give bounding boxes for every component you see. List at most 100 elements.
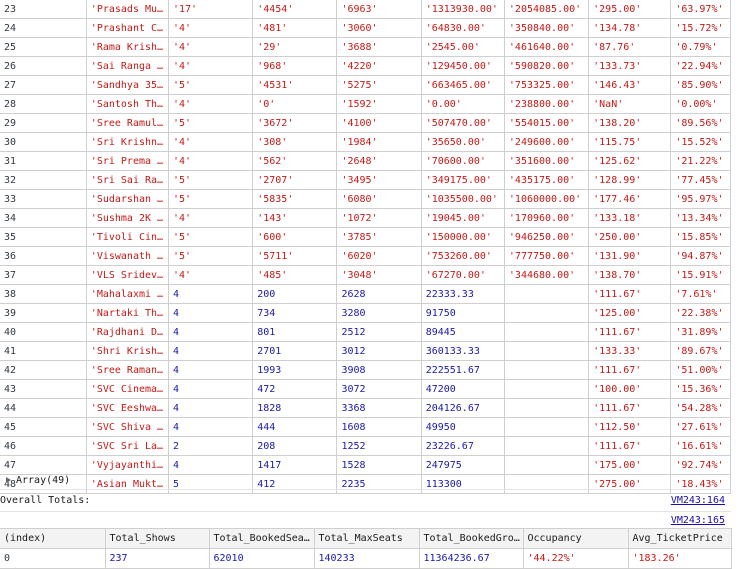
- table-cell: '15.72%': [670, 18, 731, 38]
- table-cell: '111.67': [588, 436, 672, 456]
- table-cell: '250.00': [588, 227, 672, 247]
- table-cell: '64830.00': [420, 18, 505, 38]
- table-cell: 4: [167, 322, 254, 342]
- table-cell: '89.56%': [670, 113, 731, 133]
- table-row: 35 'Tivoli Cin… '5' '600' '3785' '150000.00' '…: [0, 227, 731, 247]
- table-cell: '133.33': [588, 341, 672, 361]
- table-cell: '7.61%': [670, 284, 731, 304]
- table-cell: 'Viswanath …: [85, 246, 169, 266]
- table-cell: 472: [252, 379, 338, 399]
- table-cell: 91750: [420, 303, 505, 323]
- column-header[interactable]: Total_Shows: [104, 528, 210, 549]
- table-row: 24 'Prashant C… '4' '481' '3060' '64830.00' '3…: [0, 18, 731, 38]
- table-row: 29 'Sree Ramul… '5' '3672' '4100' '507470.00'…: [0, 113, 731, 133]
- table-cell: '15.85%': [670, 227, 731, 247]
- table-cell: 23226.67: [420, 436, 505, 456]
- table-cell: '0': [252, 94, 338, 114]
- table-cell: 3012: [336, 341, 422, 361]
- table-row: 45 'SVC Shiva … 4 444 1608 49950'112.50' '27.6…: [0, 417, 731, 437]
- table-cell: '6020': [336, 246, 422, 266]
- table-cell: [503, 436, 590, 456]
- table-cell: '5835': [252, 189, 338, 209]
- source-link[interactable]: VM243:164: [671, 491, 725, 511]
- table-cell: '22.38%': [670, 303, 731, 323]
- table-cell: '968': [252, 56, 338, 76]
- table-cell: [503, 303, 590, 323]
- table-cell: '3672': [252, 113, 338, 133]
- row-index-cell: 37: [0, 265, 87, 285]
- table-cell: '70600.00': [420, 151, 505, 171]
- table-cell: '111.67': [588, 360, 672, 380]
- table-cell: '125.00': [588, 303, 672, 323]
- table-cell: '6080': [336, 189, 422, 209]
- table-cell: '16.61%': [670, 436, 731, 456]
- row-index-cell: 46: [0, 436, 87, 456]
- table-cell: '4': [167, 37, 254, 57]
- table-cell: '131.90': [588, 246, 672, 266]
- table-cell: '946250.00': [503, 227, 590, 247]
- table-cell: 'Sushma 2K …: [85, 208, 169, 228]
- table-cell: '481': [252, 18, 338, 38]
- table-row: 34 'Sushma 2K … '4' '143' '1072' '19045.00' '1…: [0, 208, 731, 228]
- table-row: 30 'Sri Krishn… '4' '308' '1984' '35650.00' '2…: [0, 132, 731, 152]
- table-cell: '112.50': [588, 417, 672, 437]
- table-cell: '4': [167, 94, 254, 114]
- column-header[interactable]: Total_BookedGro…: [418, 528, 524, 549]
- table-cell: 'SVC Sri La…: [85, 436, 169, 456]
- table-cell: '13.34%': [670, 208, 731, 228]
- table-cell: 'Rajdhani D…: [85, 322, 169, 342]
- table-cell: 3908: [336, 360, 422, 380]
- table-cell: 2701: [252, 341, 338, 361]
- table-cell: 'Mahalaxmi …: [85, 284, 169, 304]
- array-expander[interactable]: Array(49): [0, 472, 731, 490]
- table-row: 41 'Shri Krish… 4 2701 3012 360133.33 '133.33'…: [0, 341, 731, 361]
- table-cell: '111.67': [588, 322, 672, 342]
- table-cell: 'Prasads Mu…: [85, 0, 169, 19]
- table-cell: '1072': [336, 208, 422, 228]
- table-cell: 1828: [252, 398, 338, 418]
- table-cell: '4': [167, 265, 254, 285]
- table-cell: '5': [167, 75, 254, 95]
- table-cell: '128.99': [588, 170, 672, 190]
- table-cell: 11364236.67: [418, 548, 524, 569]
- table-cell: 3072: [336, 379, 422, 399]
- table-row: 23 'Prasads Mu… '17' '4454' '6963' '1313930.0…: [0, 0, 731, 19]
- column-header[interactable]: Total_MaxSeats: [313, 528, 420, 549]
- table-cell: '485': [252, 265, 338, 285]
- table-cell: 'Sree Raman…: [85, 360, 169, 380]
- table-cell: 'Prashant C…: [85, 18, 169, 38]
- table-cell: '0.00': [420, 94, 505, 114]
- table-cell: '100.00': [588, 379, 672, 399]
- table-row: 25 'Rama Krish… '4' '29' '3688' '2545.00' '461…: [0, 37, 731, 57]
- expand-triangle-icon[interactable]: [6, 477, 11, 483]
- table-cell: 734: [252, 303, 338, 323]
- table-cell: 'SVC Shiva …: [85, 417, 169, 437]
- row-index-cell: 33: [0, 189, 87, 209]
- table-cell: '87.76': [588, 37, 672, 57]
- table-cell: 1252: [336, 436, 422, 456]
- table-cell: '4': [167, 132, 254, 152]
- column-header[interactable]: (index): [0, 528, 106, 549]
- table-row: 33 'Sudarshan … '5' '5835' '6080' '1035500.00…: [0, 189, 731, 209]
- row-index-cell: 43: [0, 379, 87, 399]
- row-index-cell: 24: [0, 18, 87, 38]
- table-cell: [503, 341, 590, 361]
- table-cell: '15.91%': [670, 265, 731, 285]
- console-table-top: 23 'Prasads Mu… '17' '4454' '6963' '1313930.0…: [0, 0, 731, 494]
- table-cell: '663465.00': [420, 75, 505, 95]
- row-index-cell: 36: [0, 246, 87, 266]
- table-row: 37 'VLS Sridev… '4' '485' '3048' '67270.00' '3…: [0, 265, 731, 285]
- table-cell: '6963': [336, 0, 422, 19]
- row-index-cell: 39: [0, 303, 87, 323]
- table-row: 40 'Rajdhani D… 4 801 2512 89445 '111.67' '31.8…: [0, 322, 731, 342]
- table-cell: 'Sri Prema …: [85, 151, 169, 171]
- column-header[interactable]: Occupancy: [522, 528, 629, 549]
- table-cell: [503, 284, 590, 304]
- table-cell: '4': [167, 151, 254, 171]
- column-header[interactable]: Avg_TicketPrice: [627, 528, 732, 549]
- row-index-cell: 27: [0, 75, 87, 95]
- column-header[interactable]: Total_BookedSea…: [208, 528, 315, 549]
- table-cell: '22.94%': [670, 56, 731, 76]
- table-cell: '349175.00': [420, 170, 505, 190]
- table-cell: '1592': [336, 94, 422, 114]
